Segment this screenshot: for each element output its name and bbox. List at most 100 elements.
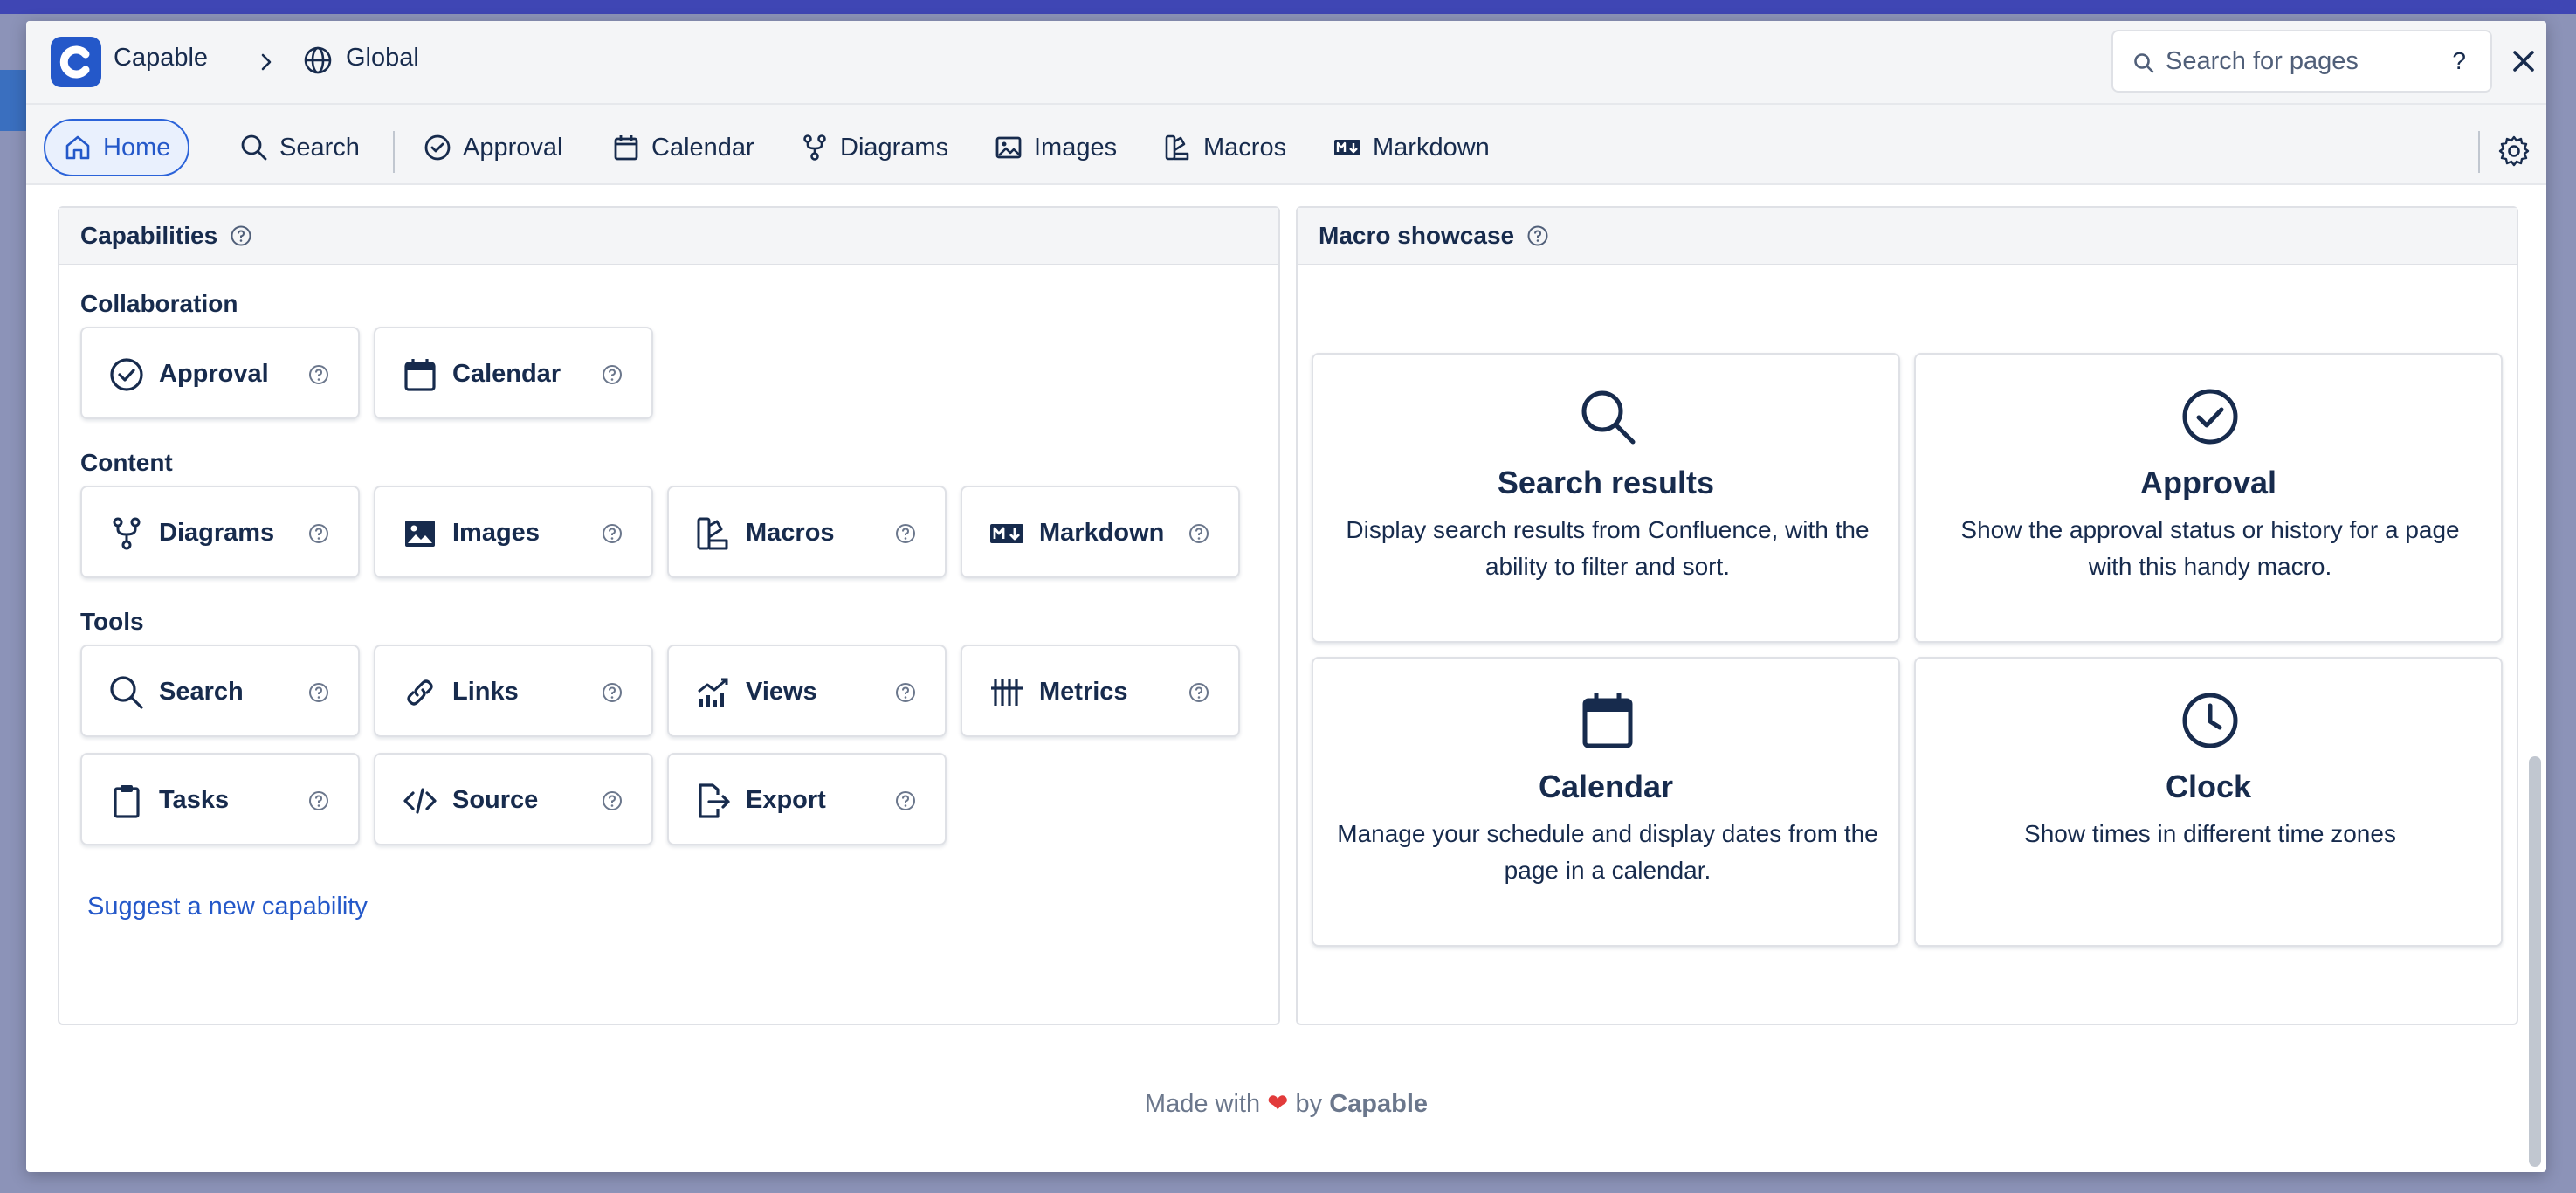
capability-card-search[interactable]: Search bbox=[80, 645, 360, 737]
check-circle-icon bbox=[110, 358, 143, 391]
gear-icon[interactable] bbox=[2497, 134, 2531, 168]
help-circle-icon[interactable] bbox=[1188, 522, 1210, 545]
breadcrumb-global[interactable]: Global bbox=[346, 44, 419, 72]
search-icon bbox=[2134, 53, 2154, 73]
capability-card-views[interactable]: Views bbox=[667, 645, 947, 737]
macro-card-description: Display search results from Confluence, … bbox=[1346, 516, 1870, 580]
capability-label: Calendar bbox=[452, 360, 561, 388]
help-circle-icon[interactable] bbox=[601, 681, 623, 704]
footer: Made with ❤ by Capable bbox=[26, 1088, 2546, 1119]
capability-label: Images bbox=[452, 519, 540, 547]
capability-card-images[interactable]: Images bbox=[374, 486, 653, 578]
globe-icon bbox=[304, 46, 332, 74]
help-circle-icon[interactable] bbox=[307, 681, 330, 704]
nav-search[interactable]: Search bbox=[239, 119, 360, 176]
capability-card-links[interactable]: Links bbox=[374, 645, 653, 737]
calendar-icon bbox=[404, 359, 436, 391]
nav-images[interactable]: Images bbox=[994, 119, 1117, 176]
help-circle-icon[interactable] bbox=[894, 681, 917, 704]
home-icon bbox=[65, 135, 90, 160]
suggest-capability-link[interactable]: Suggest a new capability bbox=[87, 893, 368, 921]
check-circle-icon bbox=[2182, 389, 2238, 445]
macro-card-title: Approval bbox=[2139, 465, 2277, 500]
nav-diagrams-label: Diagrams bbox=[840, 133, 949, 162]
nav-approval[interactable]: Approval bbox=[423, 119, 562, 176]
host-topbar bbox=[0, 0, 2576, 14]
capability-card-source[interactable]: Source bbox=[374, 753, 653, 845]
capability-card-markdown[interactable]: Markdown bbox=[961, 486, 1240, 578]
vertical-scrollbar[interactable] bbox=[2529, 756, 2541, 1167]
macro-card-calendar[interactable]: Calendar Manage your schedule and displa… bbox=[1312, 657, 1900, 947]
macro-card-title: Calendar bbox=[1538, 769, 1674, 804]
clock-icon bbox=[2182, 693, 2238, 748]
help-circle-icon[interactable] bbox=[601, 363, 623, 386]
capability-card-calendar[interactable]: Calendar bbox=[374, 327, 653, 419]
capability-label: Approval bbox=[159, 360, 269, 388]
capabilities-header: Capabilities bbox=[59, 208, 1278, 265]
chevron-right-icon bbox=[261, 53, 272, 71]
calendar-icon bbox=[1582, 693, 1633, 748]
macro-card-search-results[interactable]: Search results Display search results fr… bbox=[1312, 353, 1900, 643]
help-circle-icon[interactable] bbox=[307, 522, 330, 545]
search-icon bbox=[241, 134, 267, 161]
palette-icon bbox=[697, 517, 728, 550]
help-circle-icon[interactable] bbox=[1188, 681, 1210, 704]
heart-icon: ❤ bbox=[1267, 1090, 1289, 1118]
capability-card-tasks[interactable]: Tasks bbox=[80, 753, 360, 845]
search-input[interactable] bbox=[2166, 44, 2428, 79]
palette-icon bbox=[1165, 134, 1189, 161]
macro-card-clock[interactable]: Clock Show times in different time zones bbox=[1914, 657, 2503, 947]
git-branch-icon bbox=[803, 134, 826, 161]
close-icon[interactable] bbox=[2506, 44, 2541, 79]
capability-card-macros[interactable]: Macros bbox=[667, 486, 947, 578]
section-title-tools: Tools bbox=[80, 608, 144, 635]
macro-card-description: Manage your schedule and display dates f… bbox=[1337, 820, 1878, 884]
nav-macros[interactable]: Macros bbox=[1163, 119, 1286, 176]
capability-label: Markdown bbox=[1039, 519, 1165, 547]
capability-label: Export bbox=[746, 786, 826, 814]
capability-card-approval[interactable]: Approval bbox=[80, 327, 360, 419]
host-sidebar-tab bbox=[0, 70, 26, 131]
nav-markdown[interactable]: Markdown bbox=[1333, 119, 1490, 176]
macro-showcase-header: Macro showcase bbox=[1298, 208, 2517, 265]
macro-showcase-panel: Macro showcase Search results Display se… bbox=[1296, 206, 2518, 1025]
nav-divider bbox=[2478, 131, 2480, 173]
markdown-icon bbox=[1334, 140, 1360, 155]
capability-card-diagrams[interactable]: Diagrams bbox=[80, 486, 360, 578]
help-circle-icon[interactable] bbox=[307, 363, 330, 386]
calendar-icon bbox=[614, 135, 638, 161]
dialog-header: Capable Global ? bbox=[26, 21, 2546, 105]
help-circle-icon[interactable] bbox=[894, 522, 917, 545]
help-circle-icon[interactable] bbox=[601, 522, 623, 545]
page-search-box[interactable]: ? bbox=[2111, 30, 2492, 93]
help-circle-icon[interactable] bbox=[601, 790, 623, 812]
footer-brand-link[interactable]: Capable bbox=[1329, 1090, 1428, 1118]
section-title-collaboration: Collaboration bbox=[80, 290, 238, 317]
capability-card-metrics[interactable]: Metrics bbox=[961, 645, 1240, 737]
help-circle-icon[interactable] bbox=[230, 224, 252, 247]
link-icon bbox=[407, 679, 433, 706]
nav-images-label: Images bbox=[1034, 133, 1118, 162]
nav-calendar[interactable]: Calendar bbox=[611, 119, 754, 176]
capability-card-export[interactable]: Export bbox=[667, 753, 947, 845]
code-icon bbox=[403, 788, 437, 814]
section-title-content: Content bbox=[80, 449, 173, 476]
nav-divider bbox=[393, 131, 395, 173]
search-help-button[interactable]: ? bbox=[2452, 47, 2466, 75]
help-circle-icon[interactable] bbox=[307, 790, 330, 812]
nav-home[interactable]: Home bbox=[44, 119, 190, 176]
brand-name[interactable]: Capable bbox=[114, 44, 208, 72]
help-circle-icon[interactable] bbox=[894, 790, 917, 812]
file-export-icon bbox=[699, 783, 730, 818]
main-nav: Home Search Approval Calendar Diagrams I… bbox=[26, 105, 2546, 185]
capability-label: Search bbox=[159, 678, 244, 706]
nav-diagrams[interactable]: Diagrams bbox=[800, 119, 948, 176]
capable-logo-icon bbox=[51, 37, 101, 87]
tally-icon bbox=[991, 679, 1023, 706]
footer-by: by bbox=[1295, 1090, 1323, 1118]
git-branch-icon bbox=[113, 517, 141, 550]
macro-card-approval[interactable]: Approval Show the approval status or his… bbox=[1914, 353, 2503, 643]
capable-dialog: Capable Global ? Home bbox=[26, 21, 2546, 1172]
help-circle-icon[interactable] bbox=[1526, 224, 1549, 247]
macro-card-title: Clock bbox=[2165, 769, 2252, 804]
